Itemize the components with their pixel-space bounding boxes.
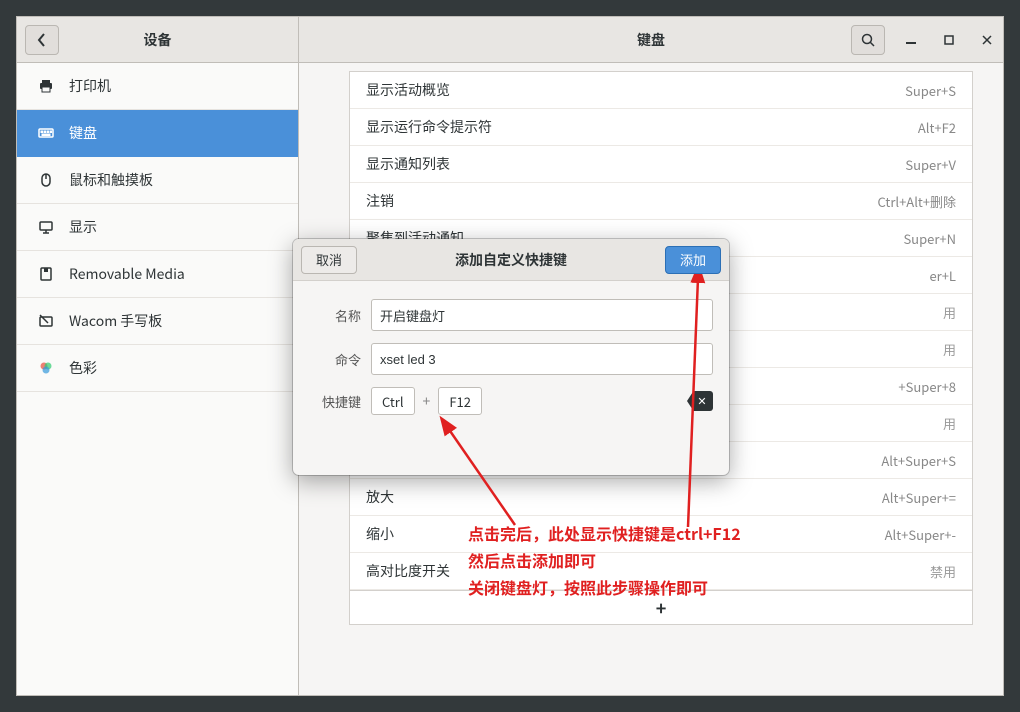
add-button[interactable]: 添加: [665, 246, 721, 274]
shortcut-key: 禁用: [930, 562, 956, 581]
shortcut-key: Alt+Super+-: [885, 525, 956, 544]
shortcut-key: Alt+F2: [918, 118, 956, 137]
titlebar: 设备 键盘: [17, 17, 1003, 63]
shortcut-row[interactable]: 高对比度开关禁用: [350, 553, 972, 590]
sidebar-item-wacom[interactable]: Wacom 手写板: [17, 298, 298, 345]
chevron-left-icon: [37, 33, 47, 47]
shortcut-key: 用: [943, 303, 956, 322]
name-row: 名称: [309, 299, 713, 331]
shortcut-row[interactable]: 放大Alt+Super+=: [350, 479, 972, 516]
shortcut-row[interactable]: 显示通知列表Super+V: [350, 146, 972, 183]
command-input[interactable]: [371, 343, 713, 375]
search-icon: [861, 33, 875, 47]
sidebar-label: 键盘: [69, 123, 97, 143]
shortcut-label: 缩小: [366, 524, 885, 544]
sidebar-item-printer[interactable]: 打印机: [17, 63, 298, 110]
printer-icon: [37, 77, 55, 95]
sidebar-item-keyboard[interactable]: 键盘: [17, 110, 298, 157]
cancel-button[interactable]: 取消: [301, 246, 357, 274]
dialog-body: 名称 命令 快捷键 Ctrl + F12 ✕: [293, 281, 729, 475]
sidebar-item-display[interactable]: 显示: [17, 204, 298, 251]
shortcut-row[interactable]: 缩小Alt+Super+-: [350, 516, 972, 553]
shortcut-label: 快捷键: [309, 392, 361, 411]
shortcut-label: 高对比度开关: [366, 561, 930, 581]
left-panel-title: 设备: [17, 30, 298, 50]
shortcut-key: er+L: [929, 266, 956, 285]
sidebar-label: 色彩: [69, 358, 97, 378]
titlebar-left: 设备: [17, 17, 299, 62]
color-icon: [37, 359, 55, 377]
shortcut-row[interactable]: 显示运行命令提示符Alt+F2: [350, 109, 972, 146]
sidebar-item-mouse[interactable]: 鼠标和触摸板: [17, 157, 298, 204]
sidebar-item-removable[interactable]: Removable Media: [17, 251, 298, 298]
shortcut-display[interactable]: Ctrl + F12 ✕: [371, 387, 713, 415]
removable-icon: [37, 265, 55, 283]
shortcut-key: Ctrl+Alt+删除: [878, 192, 956, 211]
maximize-button[interactable]: [939, 30, 959, 50]
tablet-icon: [37, 312, 55, 330]
sidebar-label: Wacom 手写板: [69, 311, 162, 331]
titlebar-right: 键盘: [299, 17, 1003, 62]
sidebar-item-color[interactable]: 色彩: [17, 345, 298, 392]
add-shortcut-button[interactable]: +: [350, 590, 972, 624]
shortcut-label: 放大: [366, 487, 882, 507]
sidebar-label: 打印机: [69, 76, 111, 96]
add-shortcut-dialog: 取消 添加自定义快捷键 添加 名称 命令 快捷键 Ctrl + F12 ✕: [293, 239, 729, 475]
sidebar: 打印机 键盘 鼠标和触摸板 显示 Removable Media Wacom 手…: [17, 63, 299, 695]
page-title: 键盘: [299, 30, 1003, 50]
minimize-button[interactable]: [901, 30, 921, 50]
shortcut-key: 用: [943, 414, 956, 433]
shortcut-row[interactable]: 显示活动概览Super+S: [350, 72, 972, 109]
command-label: 命令: [309, 350, 361, 369]
sidebar-label: Removable Media: [69, 264, 185, 284]
close-button[interactable]: [977, 30, 997, 50]
key-chip: F12: [438, 387, 482, 415]
shortcut-label: 显示运行命令提示符: [366, 117, 918, 137]
window-controls: [901, 30, 997, 50]
shortcut-key: Alt+Super+S: [881, 451, 956, 470]
plus-icon: +: [423, 391, 431, 411]
shortcut-row[interactable]: 注销Ctrl+Alt+删除: [350, 183, 972, 220]
key-chip: Ctrl: [371, 387, 415, 415]
sidebar-label: 显示: [69, 217, 97, 237]
shortcut-key: 用: [943, 340, 956, 359]
search-button[interactable]: [851, 25, 885, 55]
plus-icon: +: [656, 595, 667, 621]
shortcut-key: Alt+Super+=: [882, 488, 956, 507]
mouse-icon: [37, 171, 55, 189]
shortcut-key: Super+V: [905, 155, 956, 174]
shortcut-row: 快捷键 Ctrl + F12 ✕: [309, 387, 713, 415]
shortcut-key: +Super+8: [898, 377, 956, 396]
name-label: 名称: [309, 306, 361, 325]
dialog-title: 添加自定义快捷键: [293, 250, 729, 270]
dialog-header: 取消 添加自定义快捷键 添加: [293, 239, 729, 281]
back-button[interactable]: [25, 25, 59, 55]
shortcut-key: Super+N: [903, 229, 956, 248]
shortcut-label: 显示通知列表: [366, 154, 905, 174]
sidebar-label: 鼠标和触摸板: [69, 170, 153, 190]
display-icon: [37, 218, 55, 236]
keyboard-icon: [37, 124, 55, 142]
shortcut-label: 显示活动概览: [366, 80, 905, 100]
clear-shortcut-button[interactable]: ✕: [687, 391, 713, 411]
command-row: 命令: [309, 343, 713, 375]
shortcut-label: 注销: [366, 191, 878, 211]
name-input[interactable]: [371, 299, 713, 331]
shortcut-key: Super+S: [905, 81, 956, 100]
